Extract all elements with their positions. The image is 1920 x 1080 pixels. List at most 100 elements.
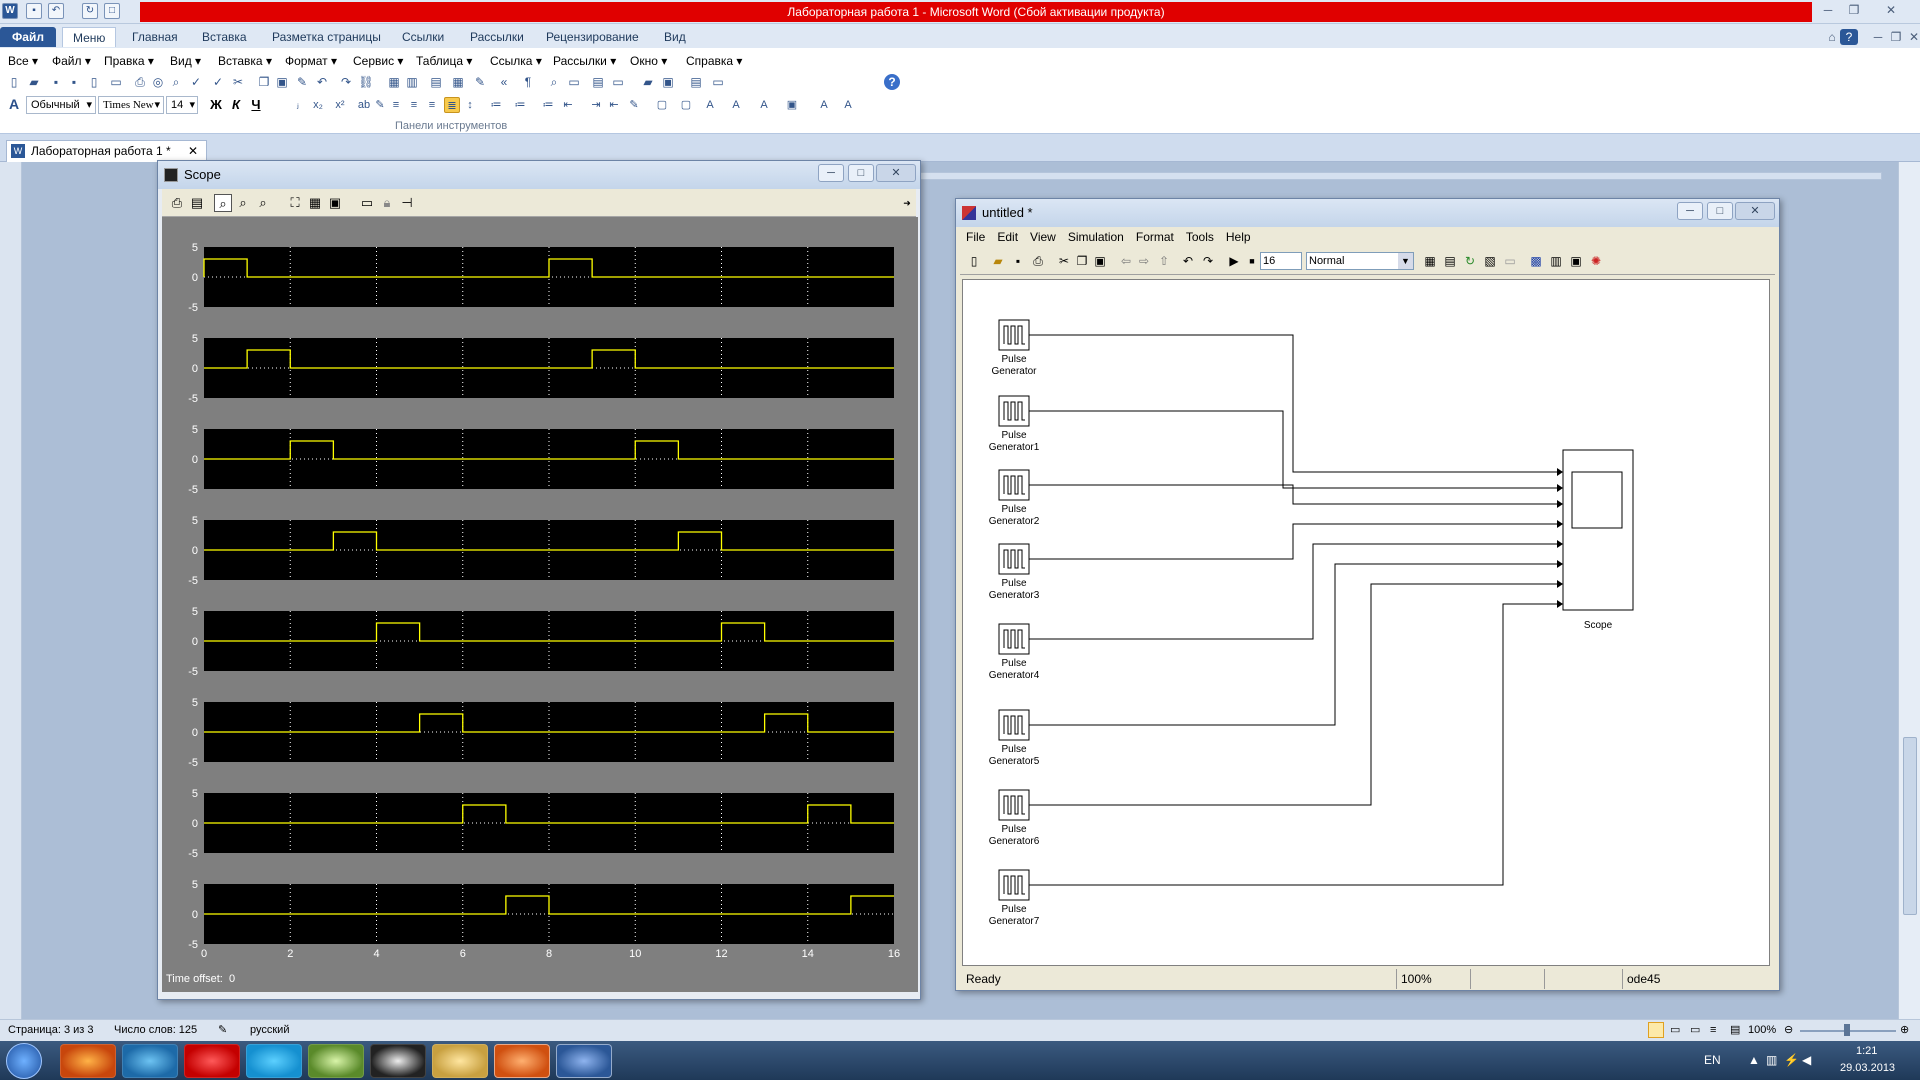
network-icon[interactable]: ▥: [1766, 1053, 1777, 1067]
text-icon[interactable]: ▭: [566, 74, 582, 90]
menu-link[interactable]: Ссылка ▾: [490, 54, 542, 68]
format-tool-17-icon[interactable]: ▢: [654, 97, 670, 113]
drawing-icon[interactable]: ✎: [472, 74, 488, 90]
volume-icon[interactable]: ◀: [1802, 1053, 1811, 1067]
simulink-maximize-button[interactable]: □: [1707, 202, 1733, 220]
format-tool-21-icon[interactable]: A: [756, 97, 772, 113]
research-icon[interactable]: ◎: [150, 74, 166, 90]
restore-axes-icon[interactable]: ▣: [326, 194, 344, 212]
menu-window[interactable]: Окно ▾: [630, 54, 667, 68]
outline-icon[interactable]: ▰: [640, 74, 656, 90]
scope-maximize-button[interactable]: □: [848, 164, 874, 182]
menu-insert[interactable]: Вставка ▾: [218, 54, 272, 68]
autoscale-icon[interactable]: ⛶: [286, 194, 304, 212]
format-tool-11-icon[interactable]: ≔: [512, 97, 528, 113]
tab-menu[interactable]: Меню: [62, 27, 117, 47]
table-icon[interactable]: ▦: [386, 74, 402, 90]
menu-table[interactable]: Таблица ▾: [416, 54, 472, 68]
scope-close-button[interactable]: ✕: [876, 164, 916, 182]
format-tool-5-icon[interactable]: ≡: [388, 97, 404, 113]
open-icon[interactable]: ▰: [26, 74, 42, 90]
menu-sim-tools[interactable]: Tools: [1180, 227, 1220, 247]
more-icon[interactable]: ▭: [710, 74, 726, 90]
format-tool-24-icon[interactable]: A: [840, 97, 856, 113]
format-tool-12-icon[interactable]: ≔: [540, 97, 556, 113]
zoom-out-icon[interactable]: ⊖: [1784, 1020, 1793, 1040]
recycle-app-icon[interactable]: [308, 1044, 364, 1078]
full-screen-view-icon[interactable]: ▭: [1670, 1020, 1680, 1040]
redo-icon[interactable]: ↻: [82, 3, 98, 19]
menu-sim-edit[interactable]: Edit: [991, 227, 1024, 247]
insert-icon[interactable]: ▭: [610, 74, 626, 90]
hyperlink-icon[interactable]: ⛓: [358, 74, 374, 90]
start-button[interactable]: [6, 1043, 42, 1079]
media-app-icon[interactable]: [370, 1044, 426, 1078]
floating-scope-icon[interactable]: ▭: [358, 194, 376, 212]
print-preview-icon[interactable]: ▭: [108, 74, 124, 90]
format-tool-6-icon[interactable]: ≡: [406, 97, 422, 113]
open-icon[interactable]: ▰: [990, 253, 1006, 269]
menu-all[interactable]: Все ▾: [8, 54, 38, 68]
restore-icon[interactable]: ❐: [1842, 2, 1866, 18]
new-model-icon[interactable]: ▯: [966, 253, 982, 269]
simulation-mode-select[interactable]: Normal ▼: [1306, 252, 1414, 270]
zoom-in-icon[interactable]: ⊕: [1900, 1020, 1909, 1040]
format-tool-3-icon[interactable]: ab: [356, 97, 372, 113]
refresh-icon[interactable]: ↻: [1462, 253, 1478, 269]
clock-date[interactable]: 29.03.2013: [1840, 1062, 1895, 1074]
zoom-x-icon[interactable]: ⌕: [234, 194, 252, 212]
update-diagram-icon[interactable]: ▤: [1442, 253, 1458, 269]
menu-sim-file[interactable]: File: [960, 227, 991, 247]
model-explorer-icon[interactable]: ▥: [1548, 253, 1564, 269]
menu-help[interactable]: Справка ▾: [686, 54, 742, 68]
draft-view-icon[interactable]: ▤: [1730, 1020, 1740, 1040]
parameters-icon[interactable]: ▤: [188, 194, 206, 212]
word-taskbar-icon[interactable]: [556, 1044, 612, 1078]
menu-sim-simulation[interactable]: Simulation: [1062, 227, 1130, 247]
format-tool-0-icon[interactable]: ⱼ: [290, 97, 306, 113]
print-icon[interactable]: ⎙: [168, 194, 186, 212]
zoom-icon[interactable]: ⌕: [214, 194, 232, 212]
library-browser-icon[interactable]: ▩: [1528, 253, 1544, 269]
style-select[interactable]: Обычный ▾: [26, 96, 96, 114]
redo-icon[interactable]: ↷: [338, 74, 354, 90]
menu-sim-format[interactable]: Format: [1130, 227, 1180, 247]
lock-icon[interactable]: 🔒︎: [378, 194, 396, 212]
tab-review[interactable]: Рецензирование: [536, 27, 649, 47]
permission-icon[interactable]: ▯: [86, 74, 102, 90]
help-circle-icon[interactable]: ?: [884, 74, 900, 90]
model-browser-icon[interactable]: ▣: [1568, 253, 1584, 269]
save-axes-icon[interactable]: ▦: [306, 194, 324, 212]
shapes-icon[interactable]: ▣: [660, 74, 676, 90]
save-icon[interactable]: ▪: [48, 74, 64, 90]
clock-time[interactable]: 1:21: [1856, 1045, 1877, 1057]
zoom-icon[interactable]: ⌕: [546, 74, 562, 90]
web-layout-view-icon[interactable]: ▭: [1690, 1020, 1700, 1040]
toolbar-chevron-icon[interactable]: ➜: [898, 194, 916, 212]
menu-file[interactable]: Файл ▾: [52, 54, 91, 68]
font-select[interactable]: Times New ▾: [98, 96, 164, 114]
font-size-select[interactable]: 14 ▾: [166, 96, 198, 114]
tab-mailings[interactable]: Рассылки: [460, 27, 534, 47]
format-tool-18-icon[interactable]: ▢: [678, 97, 694, 113]
underline-button[interactable]: Ч: [248, 97, 264, 113]
tab-references[interactable]: Ссылки: [392, 27, 454, 47]
styles-icon[interactable]: ▤: [688, 74, 704, 90]
insert-table-icon[interactable]: ▤: [428, 74, 444, 90]
build-icon[interactable]: ▦: [1422, 253, 1438, 269]
save-icon[interactable]: ▪: [26, 3, 42, 19]
forward-icon[interactable]: ⇨: [1136, 253, 1152, 269]
format-tool-9-icon[interactable]: ↕: [462, 97, 478, 113]
format-painter-icon[interactable]: ✎: [294, 74, 310, 90]
disabled-icon[interactable]: ▭: [1502, 253, 1518, 269]
format-tool-19-icon[interactable]: A: [702, 97, 718, 113]
undo-icon[interactable]: ↶: [314, 74, 330, 90]
paste-icon[interactable]: ▣: [1092, 253, 1108, 269]
paragraph-mark-icon[interactable]: ¶: [520, 74, 536, 90]
save-all-icon[interactable]: ▪: [66, 74, 82, 90]
spellcheck-icon[interactable]: ✎: [218, 1020, 227, 1040]
tab-home[interactable]: Главная: [122, 27, 188, 47]
firefox-icon[interactable]: [60, 1044, 116, 1078]
menu-sim-view[interactable]: View: [1024, 227, 1062, 247]
zoom-y-icon[interactable]: ⌕: [254, 194, 272, 212]
